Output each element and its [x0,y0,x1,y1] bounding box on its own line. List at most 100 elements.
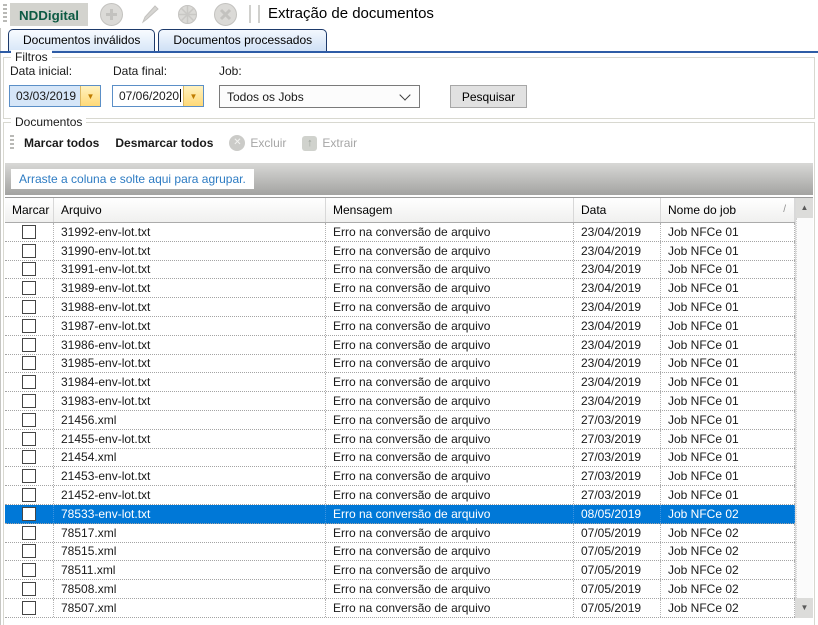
unmark-all-label: Desmarcar todos [115,136,213,150]
row-checkbox[interactable] [22,319,36,333]
cell-data: 27/03/2019 [574,486,661,504]
mark-all-button[interactable]: Marcar todos [24,136,99,150]
extract-icon: ↑ [302,136,317,151]
toolbar-separator [249,5,260,23]
row-checkbox[interactable] [22,413,36,427]
table-row[interactable]: 78511.xml Erro na conversão de arquivo 0… [5,561,795,580]
cell-data: 27/03/2019 [574,467,661,485]
row-checkbox[interactable] [22,356,36,370]
table-row[interactable]: 31986-env-lot.txt Erro na conversão de a… [5,336,795,355]
cell-marcar [5,317,54,335]
sort-ascending-icon: / [783,198,786,222]
scroll-down-button[interactable]: ▼ [796,598,813,618]
table-row[interactable]: 78508.xml Erro na conversão de arquivo 0… [5,580,795,599]
column-header-data[interactable]: Data [574,198,661,222]
search-button[interactable]: Pesquisar [450,85,527,108]
table-row[interactable]: 31983-env-lot.txt Erro na conversão de a… [5,392,795,411]
cell-nome-do-job: Job NFCe 01 [661,261,795,279]
table-row[interactable]: 31987-env-lot.txt Erro na conversão de a… [5,317,795,336]
table-row[interactable]: 78507.xml Erro na conversão de arquivo 0… [5,599,795,618]
row-checkbox[interactable] [22,450,36,464]
start-date-dropdown-button[interactable]: ▼ [80,86,100,106]
column-header-nome-do-job[interactable]: Nome do job / [661,198,795,222]
row-checkbox[interactable] [22,582,36,596]
nddigital-button[interactable]: NDDigital [10,3,88,26]
table-row[interactable]: 31988-env-lot.txt Erro na conversão de a… [5,298,795,317]
delete-button[interactable]: ✕ Excluir [229,135,286,151]
toolbar-grip[interactable] [3,4,7,24]
scroll-up-button[interactable]: ▲ [796,198,813,218]
row-checkbox[interactable] [22,375,36,389]
table-row[interactable]: 21454.xml Erro na conversão de arquivo 2… [5,449,795,468]
table-row[interactable]: 31985-env-lot.txt Erro na conversão de a… [5,355,795,374]
row-checkbox[interactable] [22,225,36,239]
table-row[interactable]: 21456.xml Erro na conversão de arquivo 2… [5,411,795,430]
cell-data: 23/04/2019 [574,336,661,354]
cell-data: 23/04/2019 [574,223,661,241]
settings-icon[interactable] [175,2,200,27]
vertical-scrollbar[interactable]: ▲ ▼ [796,198,813,618]
unmark-all-button[interactable]: Desmarcar todos [115,136,213,150]
column-header-arquivo[interactable]: Arquivo [54,198,326,222]
cell-arquivo: 31983-env-lot.txt [54,392,326,410]
column-header-marcar[interactable]: Marcar [5,198,54,222]
row-checkbox[interactable] [22,338,36,352]
tab-documentos-processados[interactable]: Documentos processados [158,29,327,51]
table-row[interactable]: 31984-env-lot.txt Erro na conversão de a… [5,373,795,392]
table-row[interactable]: 21452-env-lot.txt Erro na conversão de a… [5,486,795,505]
cell-arquivo: 21454.xml [54,449,326,467]
cell-mensagem: Erro na conversão de arquivo [326,411,574,429]
row-checkbox[interactable] [22,262,36,276]
start-date-value: 03/03/2019 [10,86,80,106]
table-row[interactable]: 78515.xml Erro na conversão de arquivo 0… [5,543,795,562]
row-checkbox[interactable] [22,507,36,521]
row-checkbox[interactable] [22,281,36,295]
cell-mensagem: Erro na conversão de arquivo [326,317,574,335]
cell-marcar [5,298,54,316]
table-row[interactable]: 31991-env-lot.txt Erro na conversão de a… [5,261,795,280]
table-row[interactable]: 31992-env-lot.txt Erro na conversão de a… [5,223,795,242]
cell-marcar [5,430,54,448]
end-date-field[interactable]: 07/06/2020 ▼ [112,85,204,107]
delete-label: Excluir [250,136,286,150]
row-checkbox[interactable] [22,300,36,314]
start-date-field[interactable]: 03/03/2019 ▼ [9,85,101,107]
cell-marcar [5,524,54,542]
end-date-dropdown-button[interactable]: ▼ [183,86,203,106]
scroll-track[interactable] [796,218,813,598]
close-icon[interactable] [213,2,238,27]
tab-documentos-invalidos[interactable]: Documentos inválidos [8,29,155,51]
extract-label: Extrair [322,136,357,150]
edit-icon[interactable] [137,2,162,27]
row-checkbox[interactable] [22,526,36,540]
row-checkbox[interactable] [22,488,36,502]
row-checkbox[interactable] [22,563,36,577]
text-caret [180,89,181,102]
cell-arquivo: 31988-env-lot.txt [54,298,326,316]
table-row[interactable]: 78517.xml Erro na conversão de arquivo 0… [5,524,795,543]
row-checkbox[interactable] [22,469,36,483]
row-checkbox[interactable] [22,544,36,558]
table-row[interactable]: 21453-env-lot.txt Erro na conversão de a… [5,467,795,486]
cell-marcar [5,392,54,410]
table-row[interactable]: 31990-env-lot.txt Erro na conversão de a… [5,242,795,261]
cell-mensagem: Erro na conversão de arquivo [326,223,574,241]
column-header-mensagem[interactable]: Mensagem [326,198,574,222]
row-checkbox[interactable] [22,432,36,446]
row-checkbox[interactable] [22,394,36,408]
grid-header: Marcar Arquivo Mensagem Data Nome do job… [5,198,795,223]
extract-button[interactable]: ↑ Extrair [302,136,357,151]
add-icon[interactable] [99,2,124,27]
job-select[interactable]: Todos os Jobs [219,85,420,108]
table-row[interactable]: 78533-env-lot.txt Erro na conversão de a… [5,505,795,524]
row-checkbox[interactable] [22,601,36,615]
group-by-bar[interactable]: Arraste a coluna e solte aqui para agrup… [5,163,813,195]
row-checkbox[interactable] [22,244,36,258]
table-row[interactable]: 31989-env-lot.txt Erro na conversão de a… [5,279,795,298]
cell-arquivo: 31985-env-lot.txt [54,355,326,373]
cell-mensagem: Erro na conversão de arquivo [326,505,574,523]
cell-mensagem: Erro na conversão de arquivo [326,467,574,485]
cell-nome-do-job: Job NFCe 01 [661,279,795,297]
table-row[interactable]: 21455-env-lot.txt Erro na conversão de a… [5,430,795,449]
documents-toolbar-grip[interactable] [10,135,14,151]
